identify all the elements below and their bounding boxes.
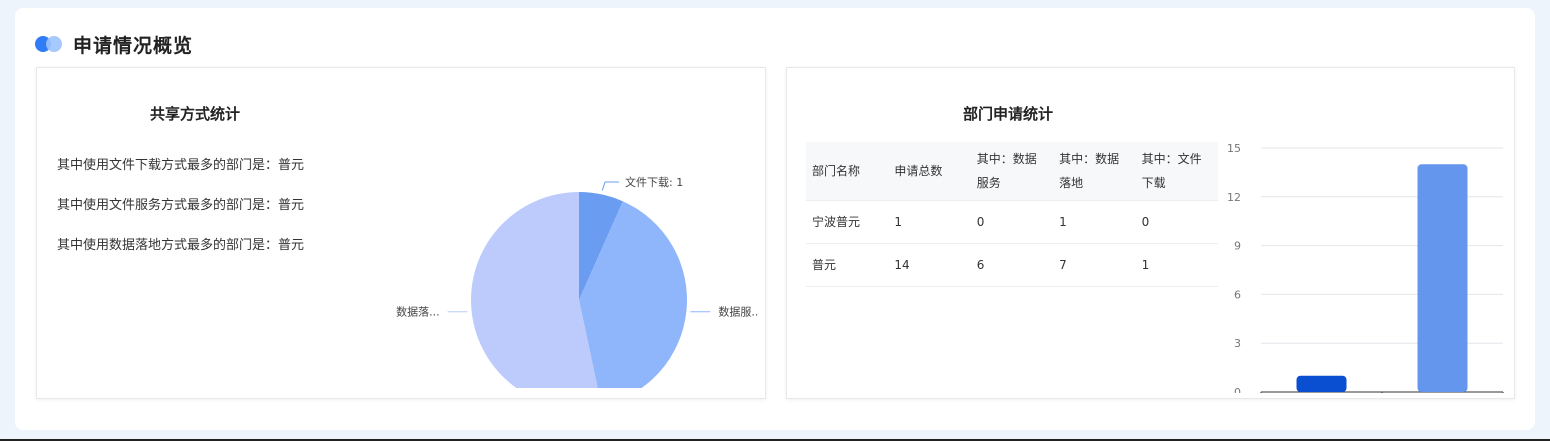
table-cell: 1 (888, 200, 971, 244)
stat-label: 其中使用数据落地方式最多的部门是： (57, 238, 279, 253)
overview-panel: 申请情况概览 共享方式统计 其中使用文件下载方式最多的部门是：普元 其中使用文件… (15, 8, 1535, 430)
table-cell: 普元 (806, 243, 889, 287)
table-row: 普元 14 6 7 1 (806, 243, 1218, 287)
bar[interactable] (1296, 375, 1347, 392)
stat-label: 其中使用文件下载方式最多的部门是： (57, 158, 279, 173)
table-row: 宁波普元 1 0 1 0 (806, 200, 1218, 244)
stat-data-landing: 其中使用数据落地方式最多的部门是：普元 (57, 234, 304, 253)
col-header: 部门名称 (806, 142, 889, 201)
dept-table: 部门名称 申请总数 其中：数据服务 其中：数据落地 其中：文件下载 宁波普元 1… (806, 142, 1218, 287)
share-card-title: 共享方式统计 (150, 105, 241, 123)
table-cell: 1 (1053, 200, 1136, 244)
table-cell: 0 (1135, 200, 1218, 244)
y-tick-label: 3 (1234, 337, 1241, 350)
dept-bar-chart: 03691215宁波普元普元 (1227, 142, 1504, 393)
stat-value: 普元 (278, 238, 305, 253)
share-method-card: 共享方式统计 其中使用文件下载方式最多的部门是：普元 其中使用文件服务方式最多的… (36, 67, 766, 399)
table-cell: 0 (970, 200, 1054, 244)
table-cell: 7 (1053, 243, 1136, 287)
dots-icon (35, 36, 63, 52)
stat-file-service: 其中使用文件服务方式最多的部门是：普元 (57, 194, 304, 213)
share-pie-chart: 文件下载: 1 数据服... 数据落... (396, 175, 757, 388)
stat-value: 普元 (278, 198, 305, 213)
table-cell: 6 (970, 243, 1054, 287)
bar[interactable] (1417, 164, 1468, 392)
y-tick-label: 15 (1227, 142, 1241, 155)
y-tick-label: 12 (1227, 191, 1241, 204)
section-header: 申请情况概览 (35, 32, 194, 57)
table-cell: 宁波普元 (806, 200, 889, 244)
dept-card-title: 部门申请统计 (963, 105, 1054, 123)
section-title: 申请情况概览 (73, 34, 194, 57)
stat-value: 普元 (278, 158, 305, 173)
y-tick-label: 6 (1234, 288, 1241, 301)
pie-leader-line (601, 181, 619, 191)
pie-label: 文件下载: 1 (625, 175, 683, 189)
col-header: 其中：数据落地 (1053, 142, 1136, 201)
y-tick-label: 9 (1234, 240, 1241, 253)
table-header-row: 部门名称 申请总数 其中：数据服务 其中：数据落地 其中：文件下载 (806, 142, 1218, 201)
dept-stat-card: 部门申请统计 部门名称 申请总数 其中：数据服务 其中：数据落地 其中：文件下载… (786, 67, 1515, 399)
col-header: 其中：数据服务 (970, 142, 1054, 201)
pie-label: 数据服... (718, 305, 757, 319)
table-cell: 14 (888, 243, 971, 287)
stat-label: 其中使用文件服务方式最多的部门是： (57, 198, 279, 213)
col-header: 其中：文件下载 (1135, 142, 1218, 201)
pie-label: 数据落... (396, 305, 440, 319)
y-tick-label: 0 (1234, 386, 1241, 393)
stat-file-download: 其中使用文件下载方式最多的部门是：普元 (57, 154, 304, 173)
table-cell: 1 (1135, 243, 1218, 287)
col-header: 申请总数 (888, 142, 971, 201)
